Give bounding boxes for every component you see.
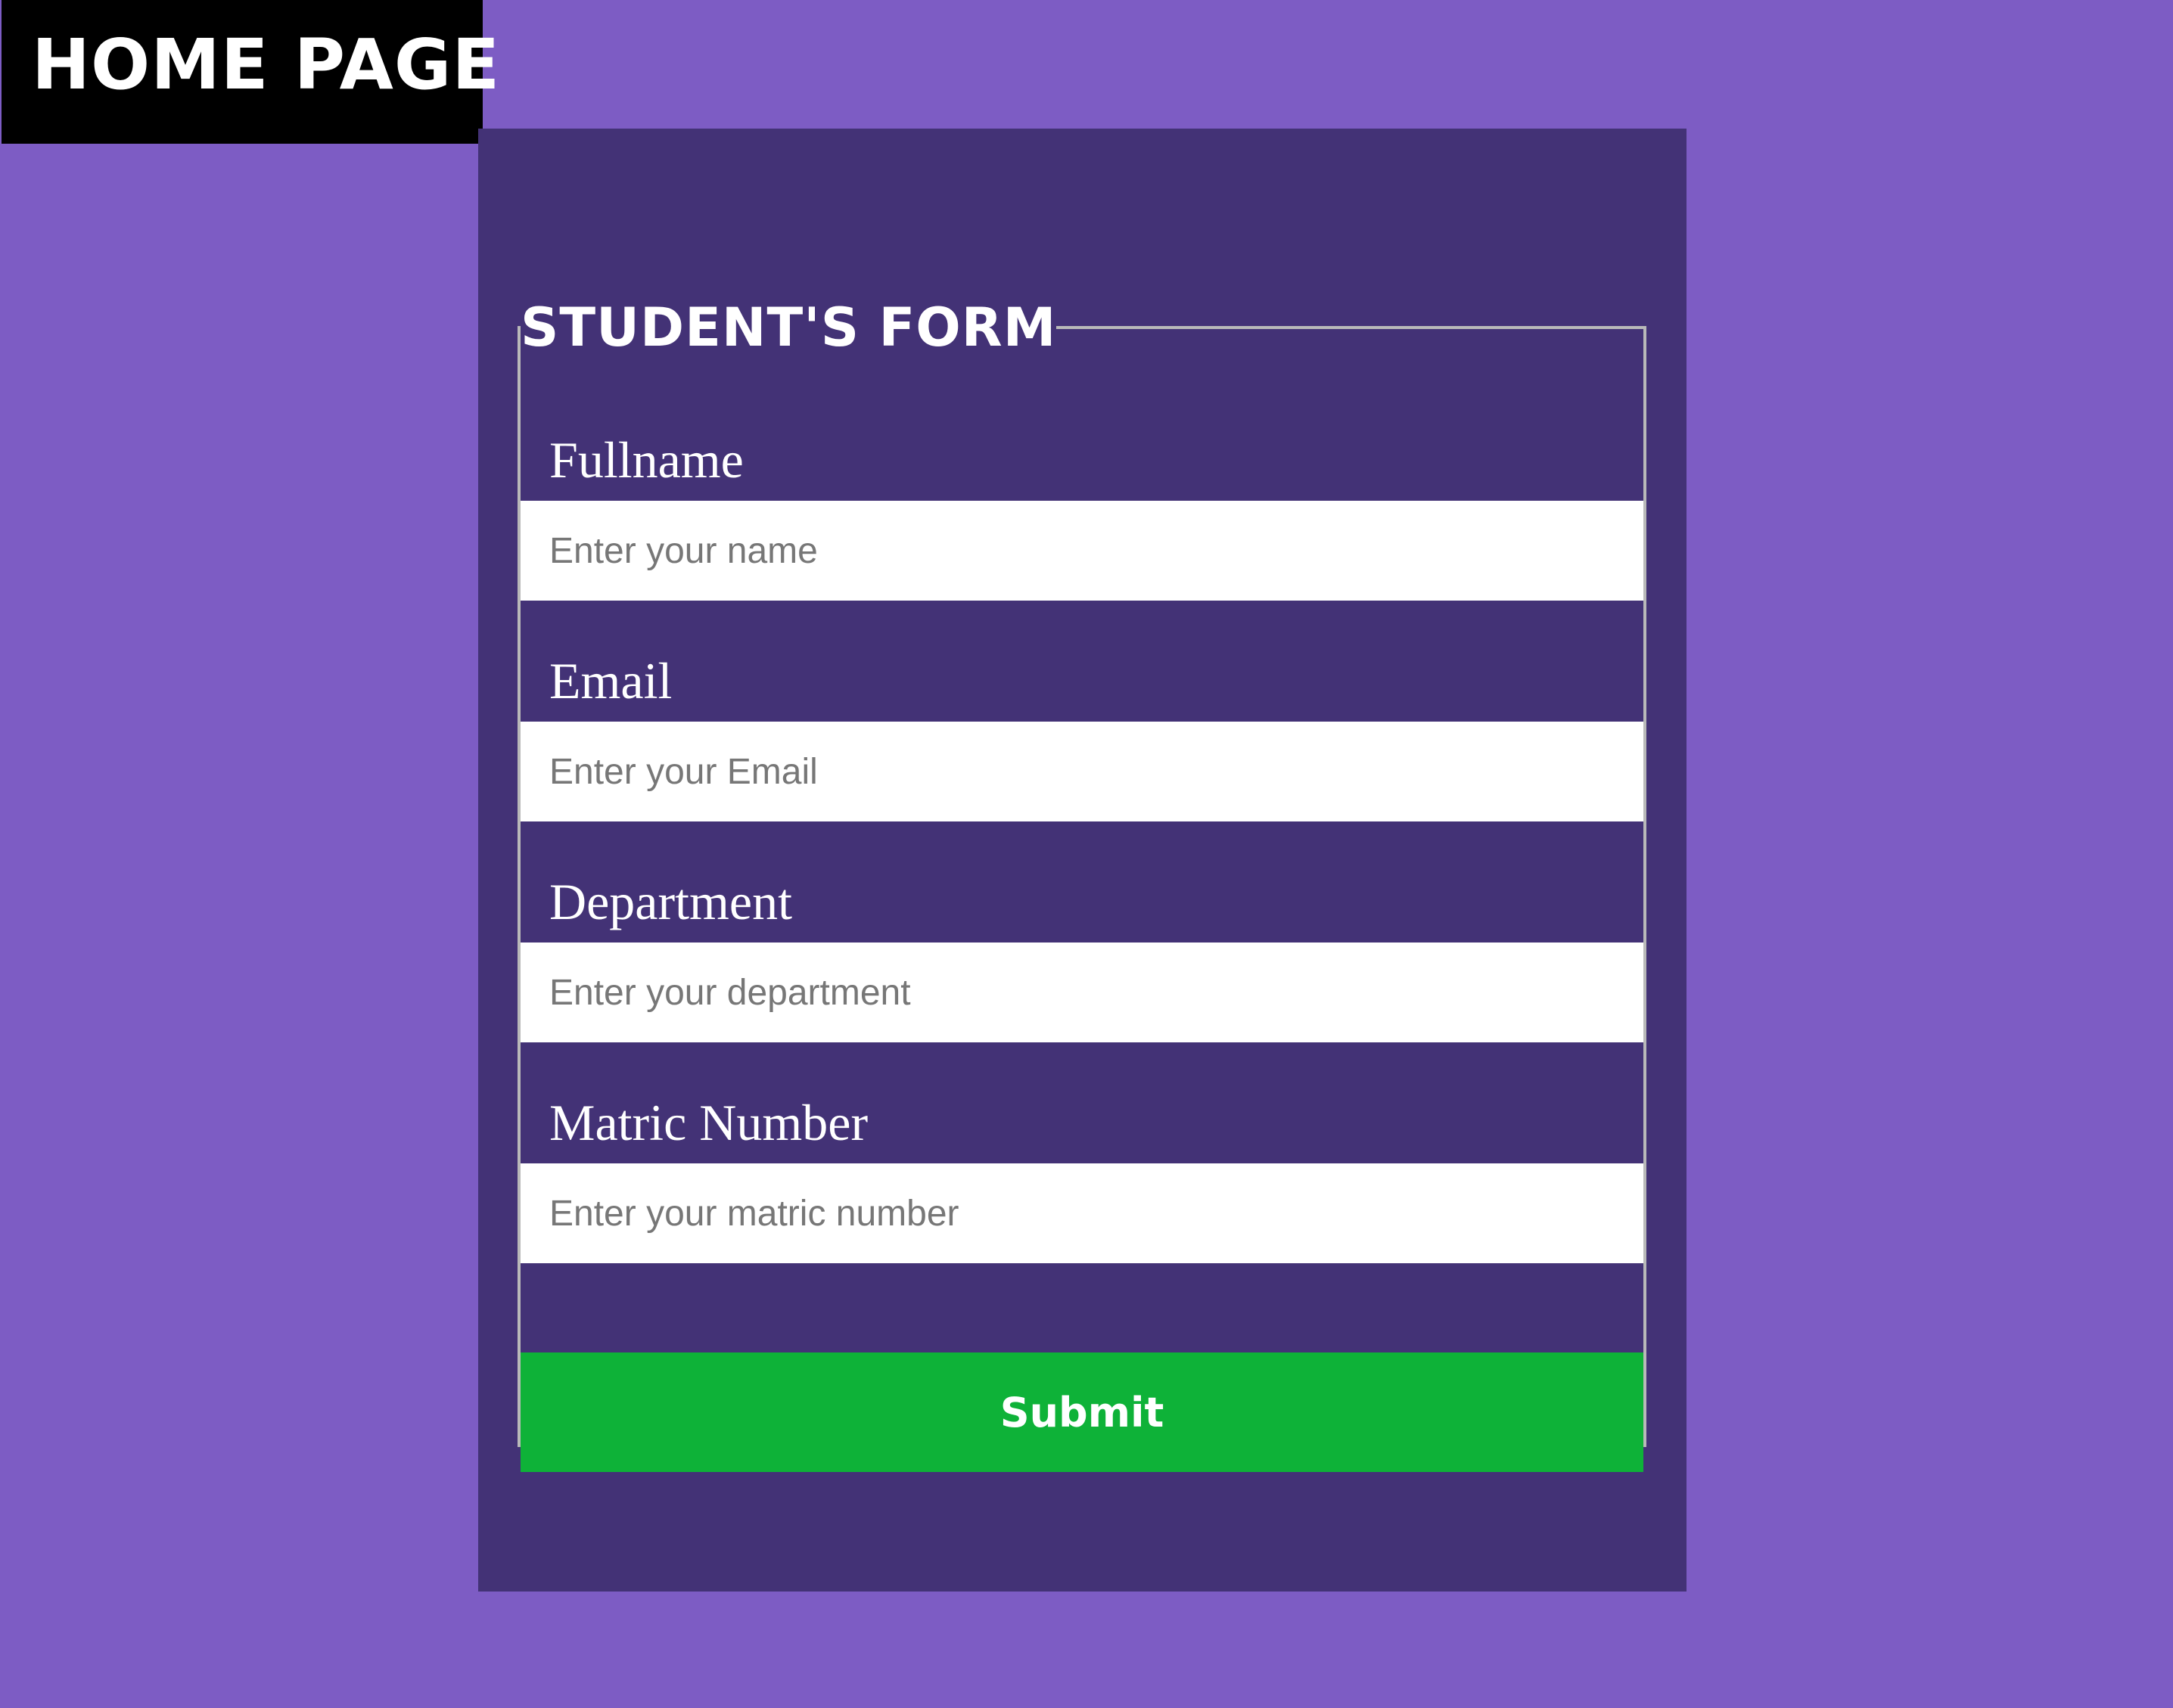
matric-number-input[interactable] xyxy=(521,1163,1643,1263)
matric-number-label: Matric Number xyxy=(549,1094,869,1151)
fullname-input[interactable] xyxy=(521,501,1643,601)
department-label: Department xyxy=(549,873,792,930)
email-input[interactable] xyxy=(521,722,1643,821)
submit-button[interactable]: Submit xyxy=(521,1352,1643,1472)
fullname-label: Fullname xyxy=(549,431,744,489)
home-page-label[interactable]: HOME PAGE xyxy=(2,0,499,144)
department-input[interactable] xyxy=(521,943,1643,1042)
form-panel: STUDENT'S FORM Fullname Email Department… xyxy=(478,129,1686,1592)
form-title: STUDENT'S FORM xyxy=(521,297,1057,359)
student-form: STUDENT'S FORM Fullname Email Department… xyxy=(518,297,1646,1472)
email-label: Email xyxy=(549,652,673,710)
